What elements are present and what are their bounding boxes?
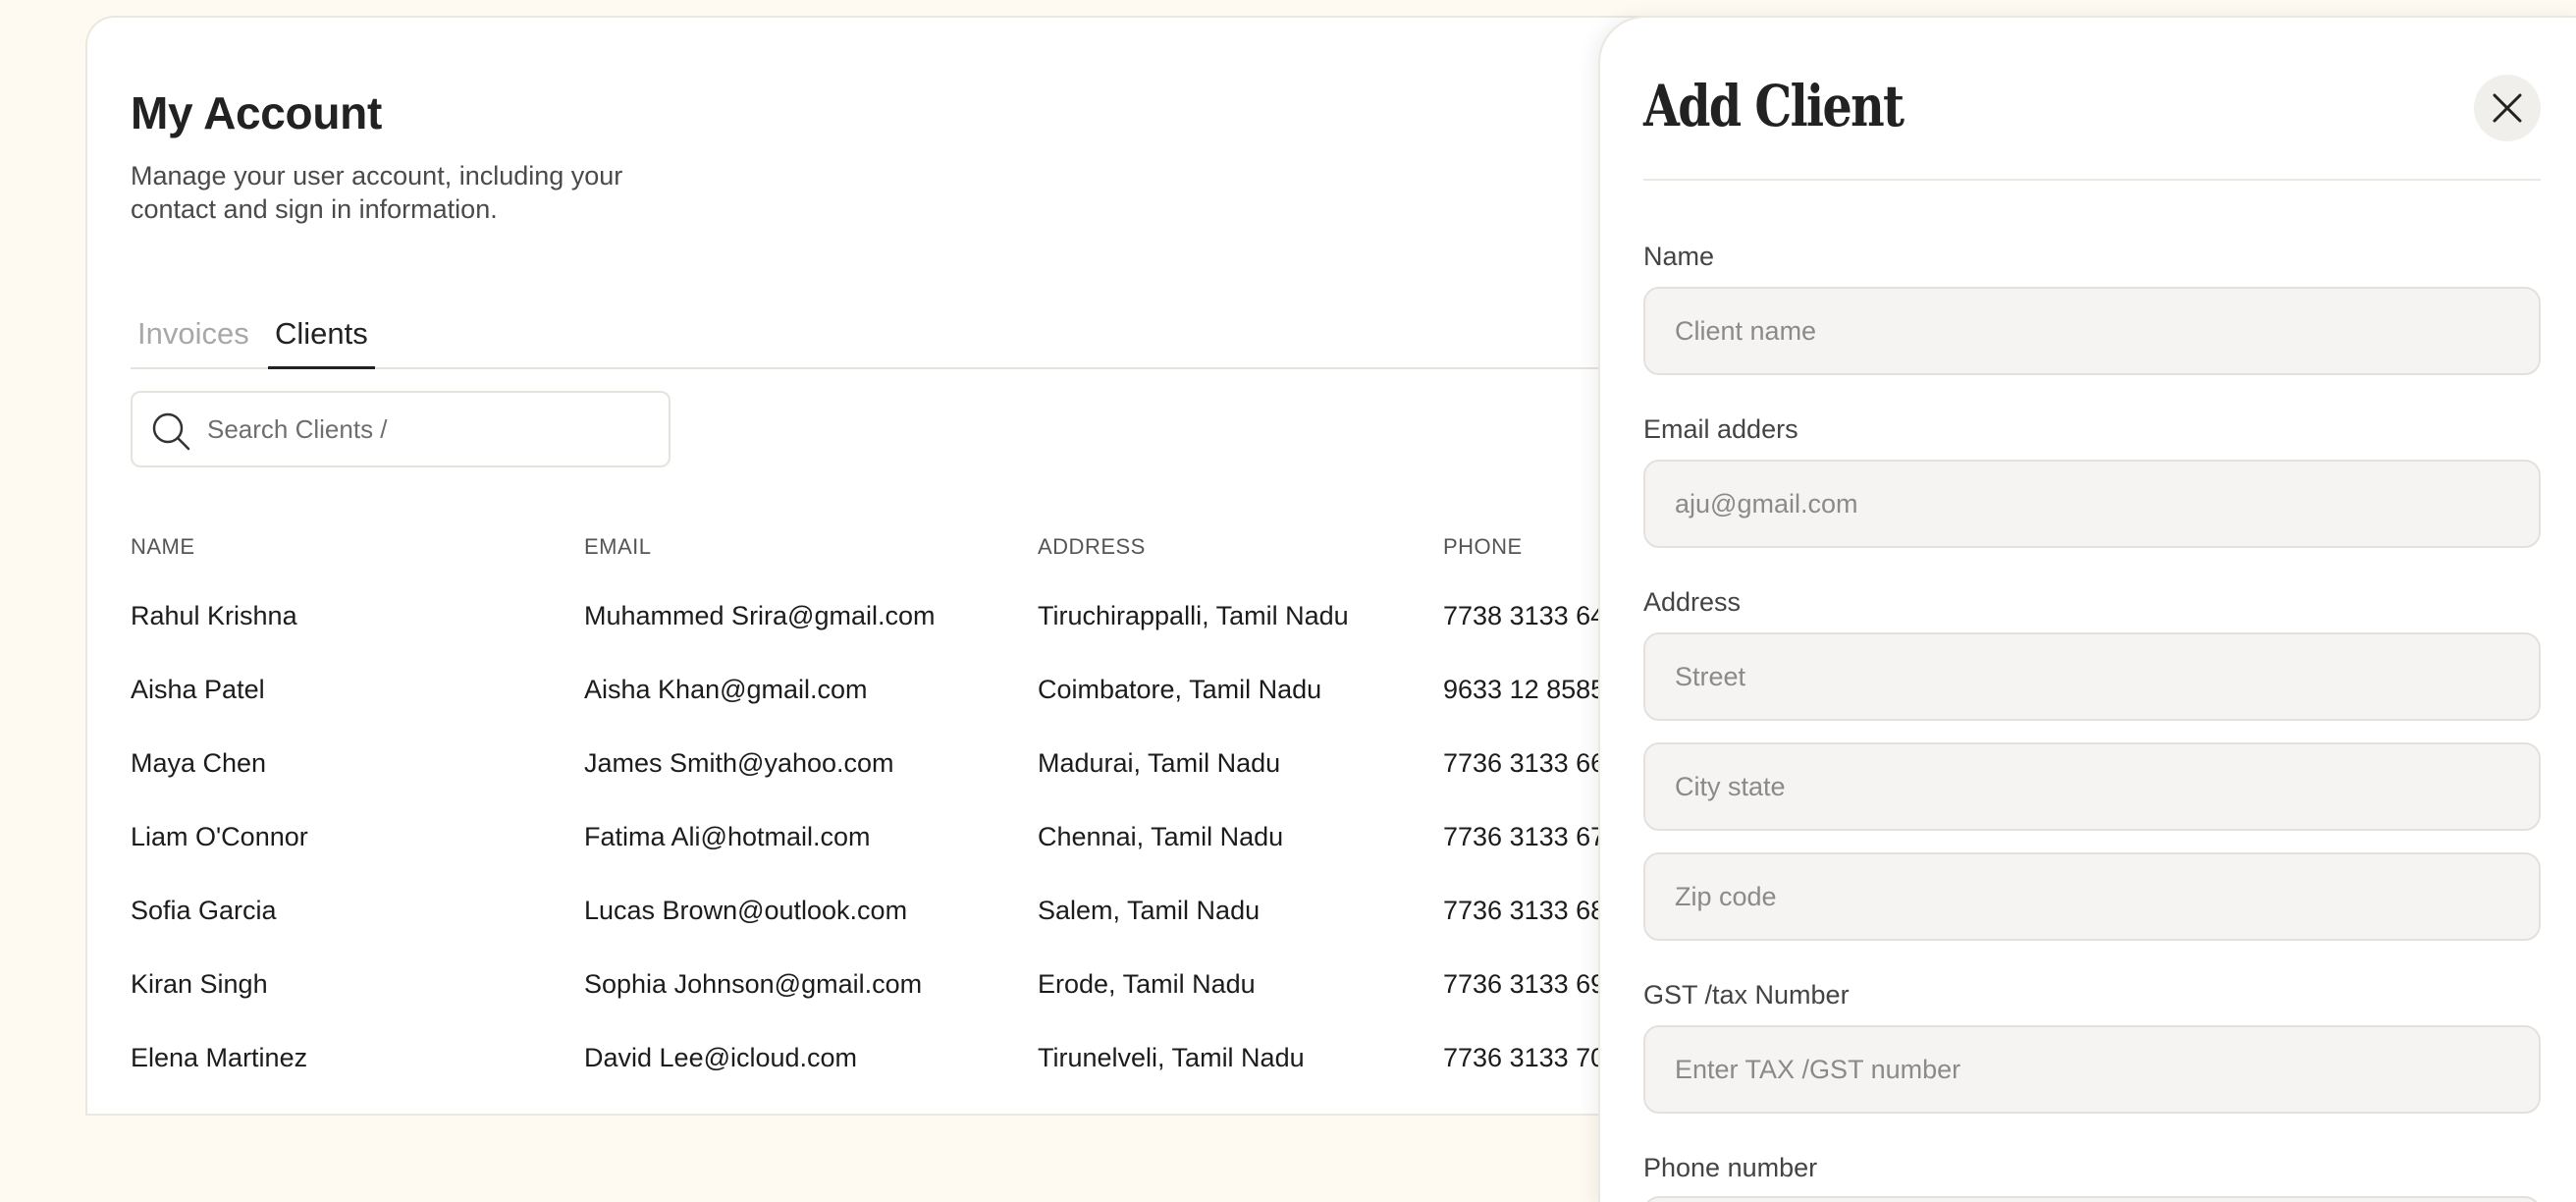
column-header-email: EMAIL bbox=[584, 534, 652, 559]
city-state-input[interactable] bbox=[1643, 742, 2541, 831]
phone-label: Phone number bbox=[1643, 1153, 1818, 1182]
client-phone: 7736 3133 70 bbox=[1443, 1043, 1606, 1072]
gst-input[interactable] bbox=[1643, 1025, 2541, 1114]
client-email: James Smith@yahoo.com bbox=[584, 748, 894, 778]
email-label: Email adders bbox=[1643, 414, 1798, 444]
client-name: Sofia Garcia bbox=[131, 896, 277, 925]
table-row[interactable]: Sofia Garcia Lucas Brown@outlook.com Sal… bbox=[87, 878, 1752, 951]
client-address: Tirunelveli, Tamil Nadu bbox=[1038, 1043, 1305, 1072]
client-name: Rahul Krishna bbox=[131, 601, 297, 630]
column-header-name: NAME bbox=[131, 534, 195, 559]
search-input[interactable] bbox=[207, 409, 649, 450]
page-title: My Account bbox=[131, 87, 382, 138]
table-row[interactable]: Aisha Patel Aisha Khan@gmail.com Coimbat… bbox=[87, 657, 1752, 730]
street-input[interactable] bbox=[1643, 632, 2541, 721]
column-header-address: ADDRESS bbox=[1038, 534, 1146, 559]
tab-bar: Invoices Clients bbox=[131, 308, 1752, 369]
close-button[interactable] bbox=[2474, 75, 2541, 141]
client-address: Chennai, Tamil Nadu bbox=[1038, 822, 1284, 851]
table-row[interactable]: Rahul Krishna Muhammed Srira@gmail.com T… bbox=[87, 583, 1752, 656]
client-email: Aisha Khan@gmail.com bbox=[584, 675, 868, 704]
add-client-drawer: Add Client Name Email adders Address GST… bbox=[1598, 16, 2576, 1202]
drawer-title: Add Client bbox=[1643, 73, 1905, 139]
email-input[interactable] bbox=[1643, 460, 2541, 548]
phone-input[interactable] bbox=[1643, 1196, 2541, 1202]
gst-label: GST /tax Number bbox=[1643, 980, 1850, 1010]
client-phone: 9633 12 8585 bbox=[1443, 675, 1606, 704]
client-email: Sophia Johnson@gmail.com bbox=[584, 969, 923, 999]
client-address: Salem, Tamil Nadu bbox=[1038, 896, 1261, 925]
client-address: Tiruchirappalli, Tamil Nadu bbox=[1038, 601, 1349, 630]
table-row[interactable]: Maya Chen James Smith@yahoo.com Madurai,… bbox=[87, 731, 1752, 803]
client-name: Maya Chen bbox=[131, 748, 267, 778]
client-address: Coimbatore, Tamil Nadu bbox=[1038, 675, 1322, 704]
search-box[interactable] bbox=[131, 391, 671, 467]
client-name: Liam O'Connor bbox=[131, 822, 308, 851]
drawer-divider bbox=[1643, 179, 2541, 181]
name-label: Name bbox=[1643, 242, 1715, 271]
table-row[interactable]: Elena Martinez David Lee@icloud.com Tiru… bbox=[87, 1025, 1752, 1098]
client-email: David Lee@icloud.com bbox=[584, 1043, 858, 1072]
account-card: My Account Manage your user account, inc… bbox=[85, 16, 1754, 1116]
address-label: Address bbox=[1643, 587, 1742, 617]
client-email: Fatima Ali@hotmail.com bbox=[584, 822, 871, 851]
client-name: Aisha Patel bbox=[131, 675, 265, 704]
client-email: Lucas Brown@outlook.com bbox=[584, 896, 908, 925]
client-name-input[interactable] bbox=[1643, 287, 2541, 375]
zip-code-input[interactable] bbox=[1643, 852, 2541, 941]
table-row[interactable]: Kiran Singh Sophia Johnson@gmail.com Ero… bbox=[87, 952, 1752, 1024]
client-email: Muhammed Srira@gmail.com bbox=[584, 601, 936, 630]
close-icon bbox=[2493, 93, 2522, 123]
tab-invoices[interactable]: Invoices bbox=[131, 316, 256, 367]
client-phone: 7736 3133 69 bbox=[1443, 969, 1606, 999]
client-address: Erode, Tamil Nadu bbox=[1038, 969, 1256, 999]
tab-clients[interactable]: Clients bbox=[268, 316, 375, 369]
page-subtitle: Manage your user account, including your… bbox=[131, 161, 623, 224]
client-phone: 7736 3133 68 bbox=[1443, 896, 1606, 925]
client-phone: 7736 3133 66 bbox=[1443, 748, 1606, 778]
client-phone: 7736 3133 67 bbox=[1443, 822, 1606, 851]
client-address: Madurai, Tamil Nadu bbox=[1038, 748, 1281, 778]
client-name: Kiran Singh bbox=[131, 969, 268, 999]
client-name: Elena Martinez bbox=[131, 1043, 308, 1072]
client-phone: 7738 3133 64 bbox=[1443, 601, 1606, 630]
column-header-phone: PHONE bbox=[1443, 534, 1523, 559]
table-row[interactable]: Liam O'Connor Fatima Ali@hotmail.com Che… bbox=[87, 804, 1752, 877]
search-icon bbox=[152, 412, 190, 451]
